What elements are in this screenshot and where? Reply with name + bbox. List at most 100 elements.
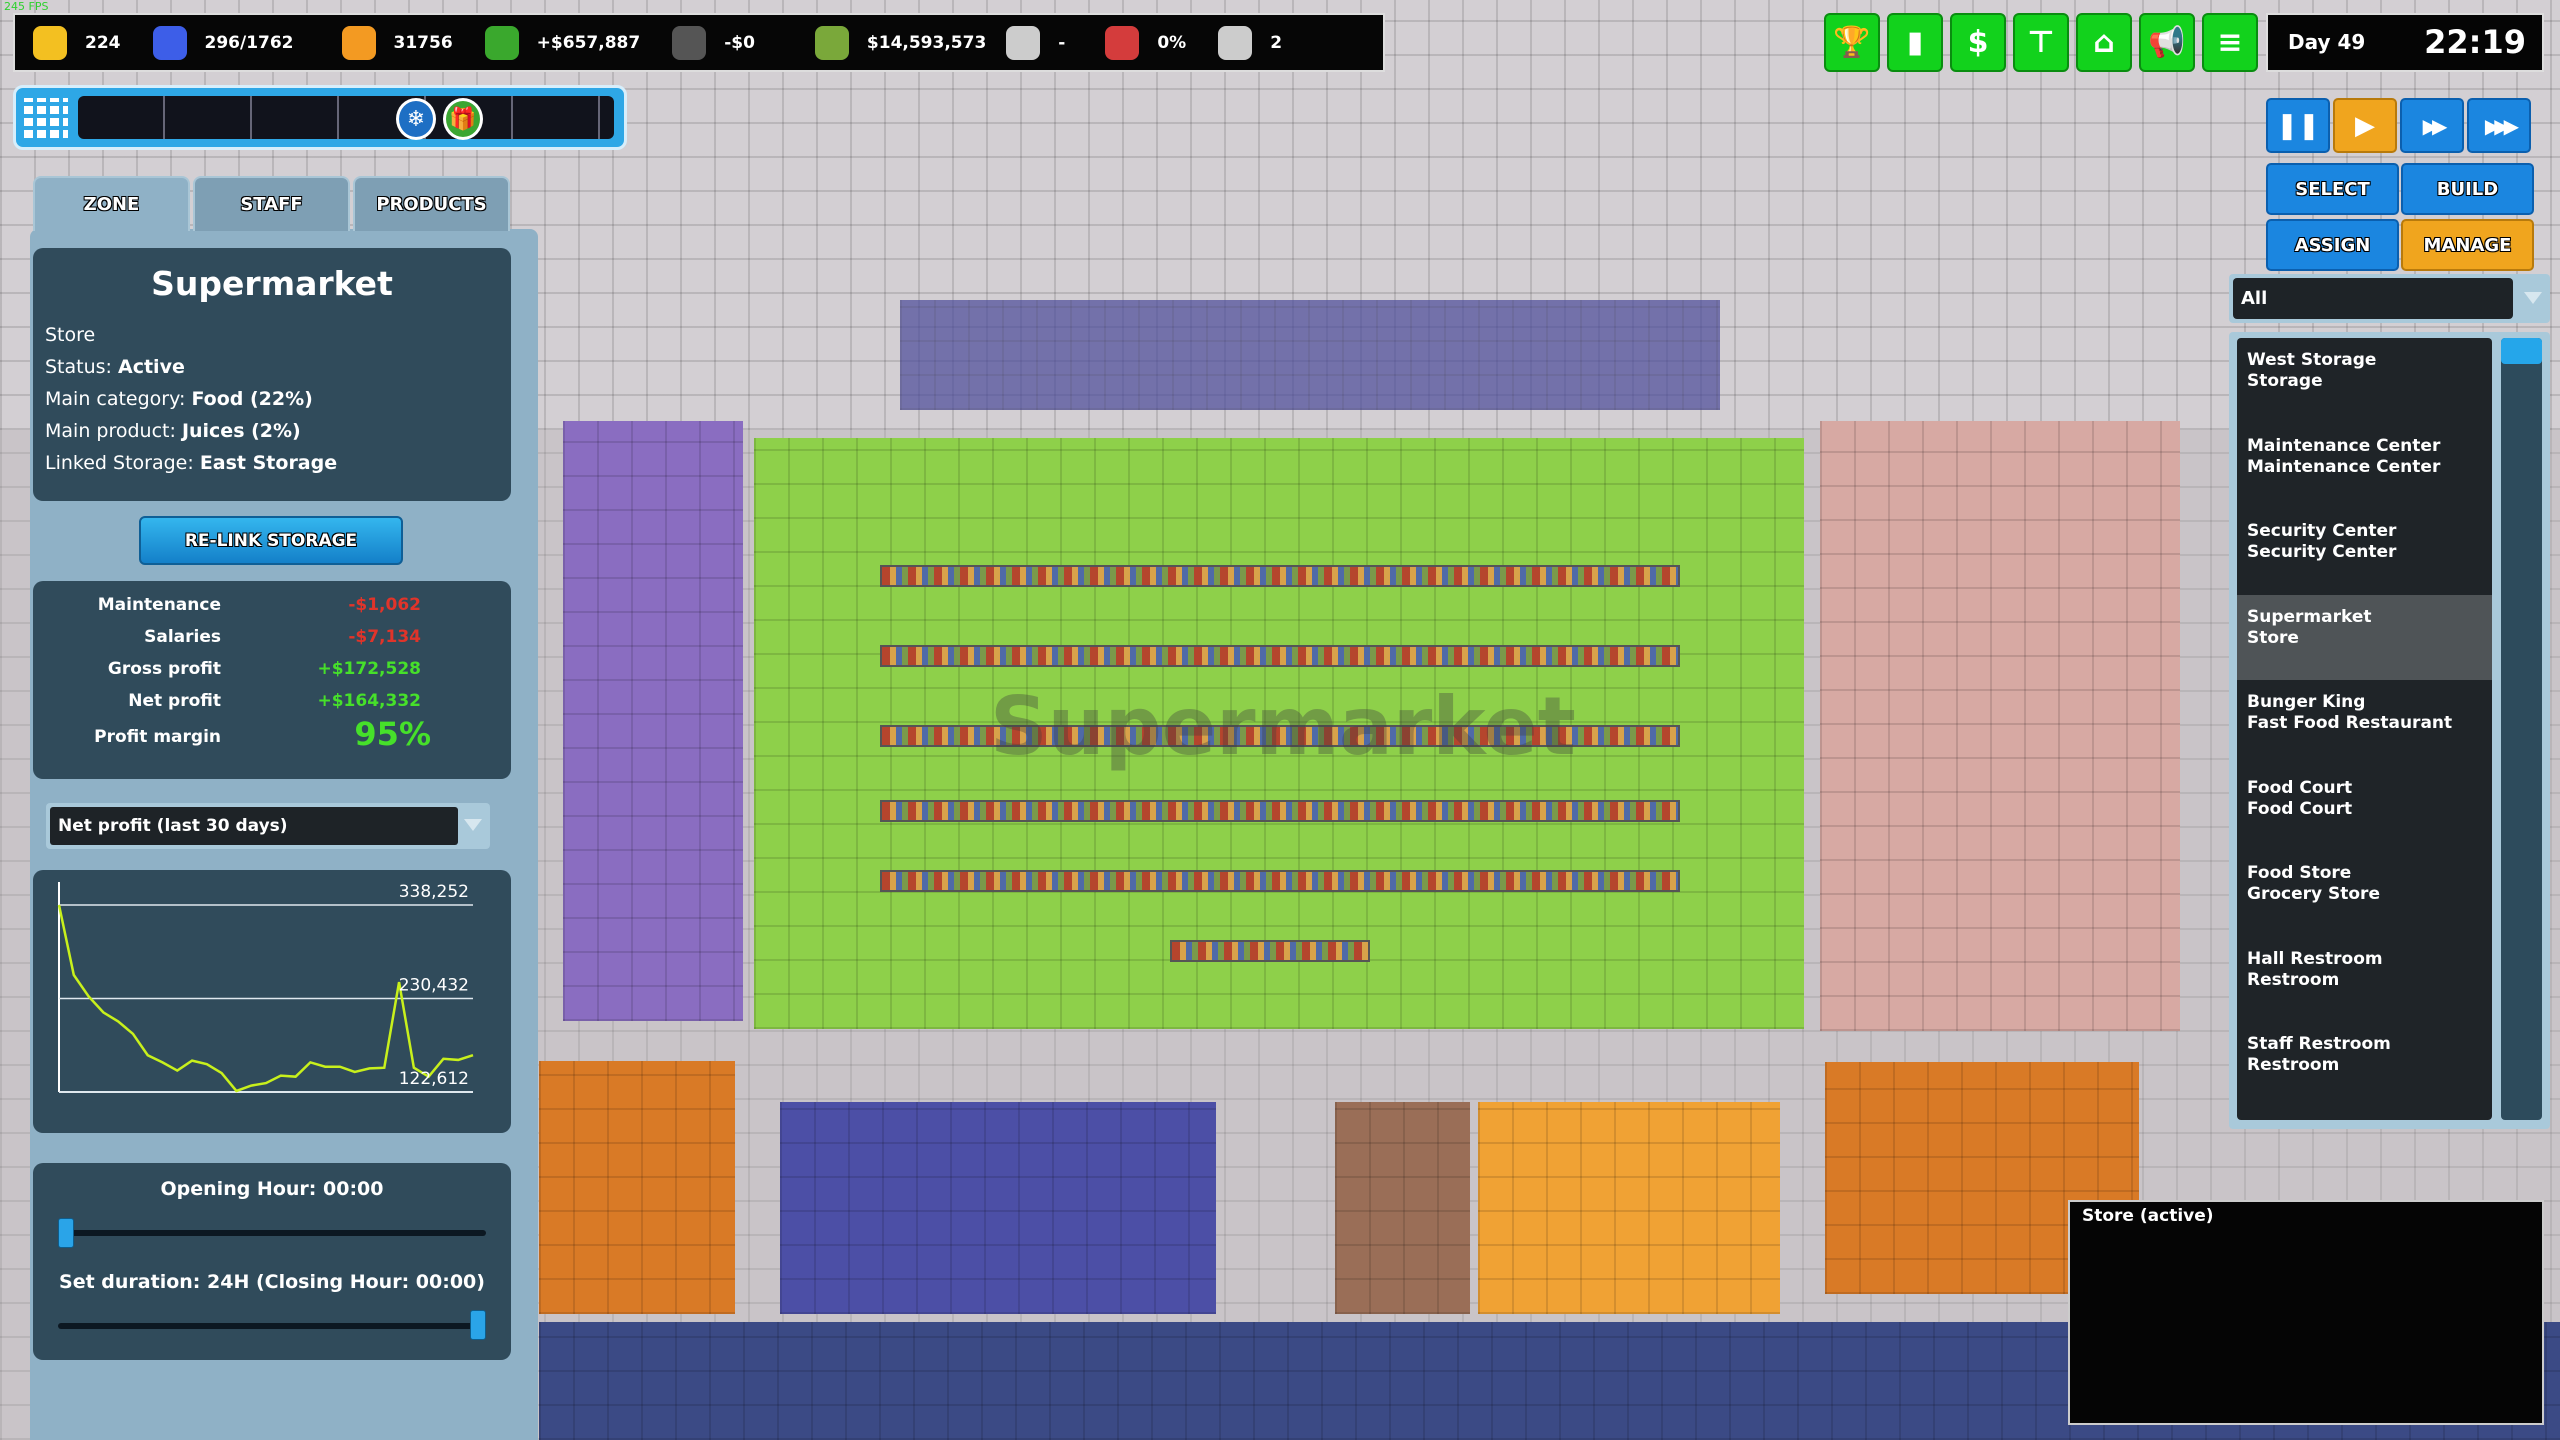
pause-icon: ❚❚ xyxy=(2276,110,2320,141)
finance-label: Net profit xyxy=(128,691,221,711)
stat-clipboard[interactable]: 2 xyxy=(1218,25,1283,60)
zone-item-type: Restroom xyxy=(2247,969,2340,990)
finance-value: +$172,528 xyxy=(317,659,421,679)
zone-item-name: West Storage xyxy=(2247,350,2377,370)
stat-price-tag[interactable]: 31756 xyxy=(341,25,453,60)
fps-counter: 245 FPS xyxy=(4,0,49,13)
megaphone-icon: 📢 xyxy=(2148,25,2186,60)
stat-smiley[interactable]: 224 xyxy=(33,25,121,60)
stat-car[interactable]: 296/1762 xyxy=(152,25,294,60)
finance-value: -$7,134 xyxy=(348,627,421,647)
stat-growth-chart[interactable]: +$657,887 xyxy=(484,25,641,60)
play-button[interactable]: ▶ xyxy=(2333,98,2397,153)
menu-button[interactable]: ≡ xyxy=(2202,13,2258,72)
clipboard-icon xyxy=(1218,25,1253,60)
stat-money-bag[interactable]: -$0 xyxy=(672,25,755,60)
zone-list-item[interactable]: Bunger King Fast Food Restaurant xyxy=(2237,680,2492,766)
zone-list-item[interactable]: Staff Restroom Restroom xyxy=(2237,1022,2492,1108)
zone-item-type: Grocery Store xyxy=(2247,884,2380,904)
zone-type: Store xyxy=(45,324,96,346)
car-icon xyxy=(152,25,187,60)
opening-hour-slider[interactable] xyxy=(58,1230,486,1236)
opening-hour-handle[interactable] xyxy=(58,1218,74,1248)
chart-metric-select[interactable]: Net profit (last 30 days) xyxy=(46,803,490,849)
grid-menu-icon[interactable] xyxy=(24,98,68,138)
zone-list-item[interactable]: Food Store Grocery Store xyxy=(2237,851,2492,937)
basket-button[interactable]: ⌂ xyxy=(2076,13,2132,72)
zone-name: Supermarket xyxy=(151,264,393,303)
day-counter: Day 49 xyxy=(2288,30,2366,54)
assign-mode-button[interactable]: ASSIGN xyxy=(2266,219,2399,271)
dollar-button[interactable]: $ xyxy=(1950,13,2006,72)
zone-item-type: Restroom xyxy=(2247,1055,2340,1075)
zone-item-type: Maintenance Center xyxy=(2247,456,2441,477)
bar-chart-button[interactable]: ▮ xyxy=(1887,13,1943,72)
stat-cash[interactable]: $14,593,573 xyxy=(814,25,987,60)
zone-item-name: Staff Restroom xyxy=(2247,1034,2391,1054)
zone-item-name: Supermarket xyxy=(2247,606,2372,627)
map-zone-label: Supermarket xyxy=(990,680,1576,773)
profit-margin-value: 95% xyxy=(354,715,431,753)
opening-hour-label: Opening Hour: 00:00 xyxy=(160,1178,384,1200)
chevron-down-icon[interactable] xyxy=(464,819,482,831)
duration-slider[interactable] xyxy=(58,1323,486,1329)
fastest-button[interactable]: ▶▶▶ xyxy=(2467,98,2531,153)
megaphone-button[interactable]: 📢 xyxy=(2139,13,2195,72)
duration-handle[interactable] xyxy=(470,1310,486,1340)
manage-mode-button[interactable]: MANAGE xyxy=(2401,219,2534,271)
finance-label: Gross profit xyxy=(107,659,221,679)
megaphone-icon xyxy=(1105,25,1140,60)
stat-value: - xyxy=(1058,32,1066,53)
scrollbar-thumb[interactable] xyxy=(2501,338,2542,364)
zone-item-type: Storage xyxy=(2247,371,2323,391)
zone-item-type: Store xyxy=(2247,627,2299,648)
zone-item-name: Security Center xyxy=(2247,521,2397,541)
trophy-button[interactable]: 🏆 xyxy=(1824,13,1880,72)
finance-value: -$1,062 xyxy=(348,595,421,615)
zone-list-item[interactable]: West Storage Storage xyxy=(2237,338,2492,424)
stat-value: 296/1762 xyxy=(204,32,294,53)
fastest-icon: ▶▶▶ xyxy=(2484,113,2519,138)
stat-computer[interactable]: - xyxy=(1006,25,1066,60)
build-mode-button[interactable]: BUILD xyxy=(2401,163,2534,215)
stat-value: 2 xyxy=(1270,32,1283,53)
select-mode-button[interactable]: SELECT xyxy=(2266,163,2399,215)
status-label: Status: xyxy=(45,356,112,378)
tab-products[interactable]: PRODUCTS xyxy=(353,176,510,231)
stat-value: +$657,887 xyxy=(536,32,641,53)
snowflake-event-icon[interactable]: ❄ xyxy=(396,98,436,140)
zone-list-item[interactable]: Supermarket Store xyxy=(2237,594,2492,680)
zone-item-name: Maintenance Center xyxy=(2247,435,2441,456)
gift-event-icon[interactable]: 🎁 xyxy=(443,98,483,140)
zone-list-item[interactable]: Maintenance Center Maintenance Center xyxy=(2237,424,2492,510)
zone-item-name: Bunger King xyxy=(2247,692,2366,712)
hover-tooltip: Store (active) xyxy=(2068,1200,2544,1425)
y-tick-label: 338,252 xyxy=(399,882,469,902)
category-value: Food (22%) xyxy=(191,388,313,410)
finance-value: +$164,332 xyxy=(317,691,421,711)
chevron-down-icon[interactable] xyxy=(2524,292,2542,304)
relink-storage-button[interactable]: RE-LINK STORAGE xyxy=(139,516,403,565)
org-chart-button[interactable]: ⊤ xyxy=(2013,13,2069,72)
growth-chart-icon xyxy=(484,25,519,60)
zone-item-name: Hall Restroom xyxy=(2247,948,2383,969)
stat-megaphone[interactable]: 0% xyxy=(1105,25,1186,60)
zone-list-item[interactable]: Security Center Security Center xyxy=(2237,509,2492,595)
fast-forward-button[interactable]: ▶▶ xyxy=(2400,98,2464,153)
tab-zone[interactable]: ZONE xyxy=(33,176,190,231)
stat-value: $14,593,573 xyxy=(866,32,987,53)
pause-button[interactable]: ❚❚ xyxy=(2266,98,2330,153)
computer-icon xyxy=(1006,25,1041,60)
zone-filter-select[interactable]: All xyxy=(2229,274,2550,323)
stat-value: 224 xyxy=(85,32,121,53)
storage-label: Linked Storage: xyxy=(45,452,194,474)
opening-hours-box: Opening Hour: 00:00 Set duration: 24H (C… xyxy=(33,1163,511,1360)
zone-list-scrollbar[interactable] xyxy=(2501,338,2542,1120)
storage-value: East Storage xyxy=(199,452,338,474)
zone-list-item[interactable]: Food Court Food Court xyxy=(2237,766,2492,852)
zone-list-item[interactable]: Hall Restroom Restroom xyxy=(2237,937,2492,1023)
y-tick-label: 122,612 xyxy=(399,1069,469,1089)
tab-staff[interactable]: STAFF xyxy=(193,176,350,231)
resource-bar: 224 296/1762 31756 +$657,887 -$0 $14,593,573 -… xyxy=(13,13,1385,72)
profit-chart: 338,252 230,432 122,612 xyxy=(57,882,474,1093)
